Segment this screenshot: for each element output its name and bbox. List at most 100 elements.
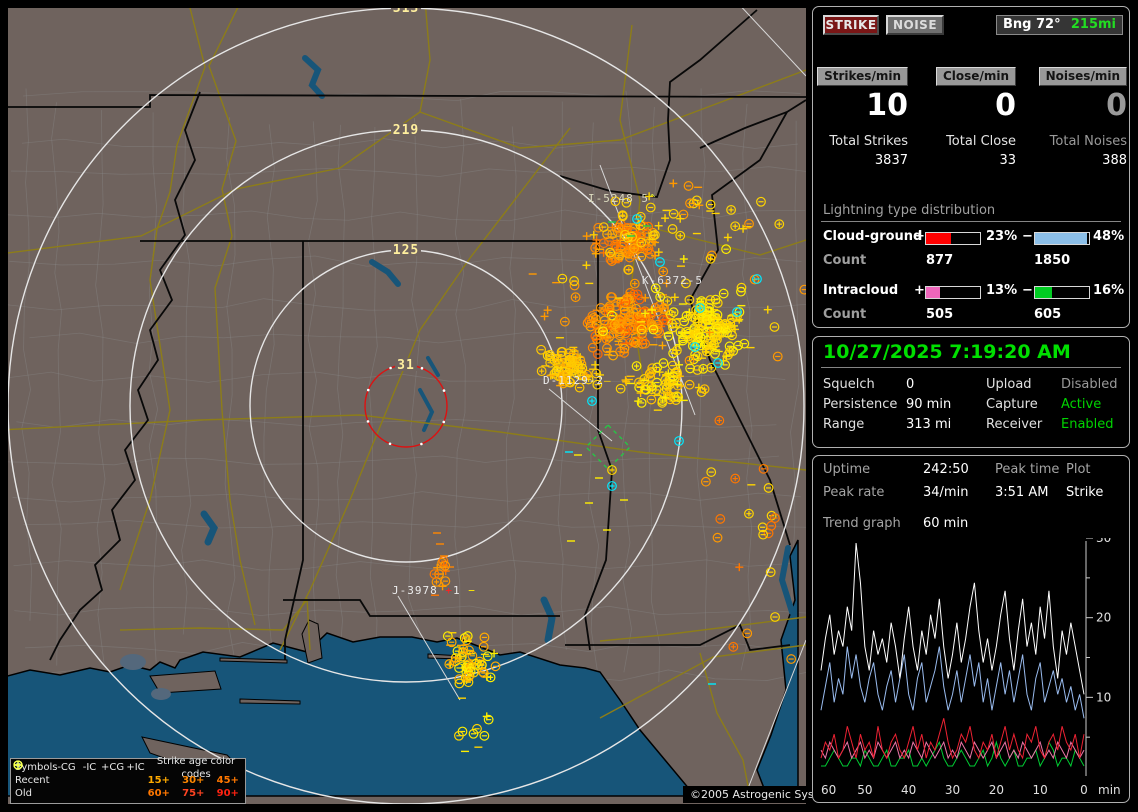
strikes-column: Strikes/min 10 Total Strikes 3837 [816,65,909,168]
persistence-value: 90 min [906,397,952,412]
datetime-display: 10/27/2025 7:19:20 AM [823,341,1071,363]
ic-minus-pct: 16% [1093,283,1125,298]
river [200,510,218,546]
ic-plus-pct: 13% [986,283,1018,298]
ring-label: 125 [393,243,419,258]
status-panel: 10/27/2025 7:19:20 AM Squelch 0 Upload D… [812,336,1130,448]
total-noises-value: 388 [1102,153,1127,168]
road [8,111,421,254]
cloud-ground-count-row: Count 877 1850 [813,253,1131,269]
cg-count-label: Count [823,253,867,268]
x-tick-label: 40 [901,783,916,797]
strike-button[interactable]: STRIKE [823,15,879,35]
map-canvas: 31 125 219 313 I-5248 5^ K-6372-5 D-1129-2— J-3… [8,8,806,804]
cg-minus-pct: 48% [1093,229,1125,244]
peak-time-value: 3:51 AM [995,485,1049,500]
upload-value: Disabled [1061,377,1118,392]
squelch-label: Squelch [823,377,875,392]
y-tick-label: 20 [1096,611,1111,625]
trend-panel: Uptime 242:50 Peak time Plot Peak rate 3… [812,455,1130,803]
x-tick-label: 0 [1080,783,1088,797]
road [659,229,806,256]
legend-age-30+: 30+ [182,775,205,786]
station-label: D-1129-2— [543,374,612,387]
strikes-per-min-button[interactable]: Strikes/min [816,66,909,87]
intracloud-row: Intracloud + 13% − 16% [813,283,1131,299]
lake [120,654,146,670]
legend-age-60+: 60+ [147,788,170,799]
bearing-display: Bng 72° 215mi [996,15,1123,35]
legend-age-90+: 90+ [216,788,239,799]
x-tick-label: 10 [1033,783,1048,797]
y-tick-label: 30 [1096,538,1111,545]
storm-vector [548,388,613,442]
ring-label: 31 [397,358,415,373]
legend-age-15+: 15+ [147,775,170,786]
state-border [559,9,758,198]
close-per-min-button[interactable]: Close/min [935,66,1017,87]
x-tick-label: 60 [821,783,836,797]
distribution-divider [821,221,1121,222]
water-layer [8,55,799,797]
cg-minus-bar [1034,232,1090,245]
squelch-value: 0 [906,377,915,392]
noises-per-min-button[interactable]: Noises/min [1037,66,1129,87]
intracloud-label: Intracloud [823,283,899,298]
cloud-ground-row: Cloud-ground + 23% − 48% [813,229,1131,245]
x-tick-label: 30 [945,783,960,797]
station-label: K-6372-5 [642,274,703,287]
ring-dot [420,366,424,370]
legend-age-45+: 45+ [216,775,239,786]
legend-old-label: Old [15,788,32,799]
distribution-title: Lightning type distribution [823,203,996,218]
receiver-value: Enabled [1061,417,1114,432]
plot-label: Plot [1066,462,1091,477]
bearing-value: Bng 72° [1003,17,1061,32]
range-value: 313 mi [906,417,952,432]
x-tick-label: 20 [989,783,1004,797]
distance-value: 215mi [1070,17,1116,32]
cg-minus-count: 1850 [1034,253,1071,268]
intracloud-count-row: Count 505 605 [813,307,1131,323]
capture-value: Active [1061,397,1102,412]
range-ring [249,249,563,563]
legend-old-row: Old 60+ 75+ 90+ [11,760,245,800]
legend-col-neg-cg: -CG [57,762,76,773]
road [699,652,751,797]
river [369,259,401,287]
range-label: Range [823,417,865,432]
close-column: Close/min 0 Total Close 33 [924,65,1017,168]
ring-dot [388,442,392,446]
ic-minus-count: 605 [1034,307,1062,322]
ic-plus-count: 505 [926,307,954,322]
cg-plus-count: 877 [926,253,954,268]
state-border [699,99,806,149]
total-close-label: Total Close [946,134,1016,149]
total-close-value: 33 [999,153,1016,168]
road [419,69,806,149]
total-strikes-value: 3837 [874,153,908,168]
close-alarm-ring [364,364,448,448]
river [302,55,325,99]
x-unit-label: min [1098,783,1121,797]
ring-dot [442,420,446,424]
trend-graph-label: Trend graph [823,516,901,531]
peak-rate-value: 34/min [923,485,969,500]
ring-dot [420,442,423,446]
storm-vector [741,8,806,77]
ring-label: 313 [393,8,419,16]
plus-sign: + [914,283,925,298]
x-tick-label: 50 [857,783,872,797]
ring-dot [389,366,392,370]
noise-button[interactable]: NOISE [886,15,944,35]
lightning-map[interactable]: 31 125 219 313 I-5248 5^ K-6372-5 D-1129-2— J-3… [8,8,849,804]
noises-rate: 0 [1106,88,1127,123]
peak-rate-label: Peak rate [823,485,885,500]
y-tick-label: 10 [1096,690,1111,704]
lake [151,688,171,700]
status-divider [821,367,1121,368]
nexstorm-window: 31 125 219 313 I-5248 5^ K-6372-5 D-1129-2— J-3… [0,0,1138,812]
ring-label: 219 [393,123,419,138]
ic-count-label: Count [823,307,867,322]
state-border [283,599,560,617]
